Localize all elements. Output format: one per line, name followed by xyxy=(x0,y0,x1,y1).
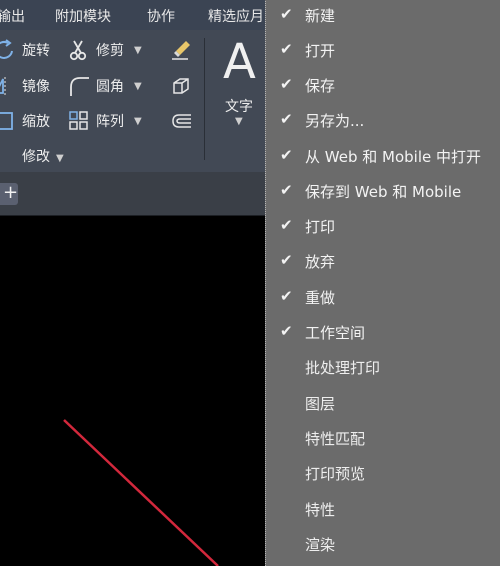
menu-item-label: 从 Web 和 Mobile 中打开 xyxy=(305,148,481,166)
menu-item-save[interactable]: ✔ 保存 xyxy=(266,68,500,102)
new-tab-button[interactable]: + xyxy=(0,182,19,205)
modify-panel-label: 修改 xyxy=(22,149,50,165)
array-icon xyxy=(68,110,90,132)
menu-item-save-as[interactable]: ✔ 另存为... xyxy=(266,103,500,137)
menu-item-properties[interactable]: 特性 xyxy=(266,492,500,526)
check-icon: ✔ xyxy=(280,146,293,164)
menu-item-redo[interactable]: ✔ 重做 xyxy=(266,280,500,314)
rotate-label: 旋转 xyxy=(22,43,50,59)
trim-tool[interactable]: 修剪 ▼ xyxy=(68,38,142,62)
trim-label: 修剪 xyxy=(96,43,124,59)
quick-access-customize-menu: ✔ 新建 ✔ 打开 ✔ 保存 ✔ 另存为... ✔ 从 Web 和 Mobile 中打开 … xyxy=(265,0,500,566)
menu-item-match-properties[interactable]: 特性匹配 xyxy=(266,421,500,455)
menu-item-plot-preview[interactable]: 打印预览 xyxy=(266,456,500,490)
array-tool[interactable]: 阵列 ▼ xyxy=(68,109,142,133)
check-icon: ✔ xyxy=(280,5,293,23)
offset-icon xyxy=(170,110,192,132)
menu-item-open[interactable]: ✔ 打开 xyxy=(266,33,500,67)
check-icon: ✔ xyxy=(280,216,293,234)
check-icon: ✔ xyxy=(280,110,293,128)
scale-label: 缩放 xyxy=(22,114,50,130)
menu-item-new[interactable]: ✔ 新建 xyxy=(266,0,500,32)
menu-item-label: 保存 xyxy=(305,77,336,95)
tab-featured-apps[interactable]: 精选应月 xyxy=(208,6,264,26)
menu-item-label: 图层 xyxy=(305,395,336,413)
drawn-line[interactable] xyxy=(63,419,219,566)
check-icon: ✔ xyxy=(280,181,293,199)
menu-item-label: 打开 xyxy=(305,42,336,60)
fillet-dropdown-icon[interactable]: ▼ xyxy=(134,81,142,92)
tab-output[interactable]: 输出 xyxy=(0,6,25,26)
explode-tool[interactable] xyxy=(170,74,192,98)
menu-item-label: 打印预览 xyxy=(305,465,366,483)
text-tool-dropdown-icon: ▼ xyxy=(235,116,243,127)
menu-item-label: 特性匹配 xyxy=(305,430,366,448)
menu-item-label: 新建 xyxy=(305,7,336,25)
menu-item-plot[interactable]: ✔ 打印 xyxy=(266,209,500,243)
fillet-icon xyxy=(68,75,90,97)
menu-item-undo[interactable]: ✔ 放弃 xyxy=(266,244,500,278)
check-icon: ✔ xyxy=(280,251,293,269)
menu-item-label: 放弃 xyxy=(305,253,336,271)
text-tool-label: 文字 xyxy=(225,99,253,115)
text-tool[interactable]: A 文字 ▼ xyxy=(219,36,261,132)
menu-item-layer[interactable]: 图层 xyxy=(266,386,500,420)
array-label: 阵列 xyxy=(96,114,124,130)
check-icon: ✔ xyxy=(280,322,293,340)
menu-item-save-to-web[interactable]: ✔ 保存到 Web 和 Mobile xyxy=(266,174,500,208)
menu-item-batch-plot[interactable]: 批处理打印 xyxy=(266,350,500,384)
menu-item-render[interactable]: 渲染 xyxy=(266,527,500,561)
mirror-label: 镜像 xyxy=(22,79,50,95)
plus-icon: + xyxy=(3,182,19,203)
modify-panel-dropdown-icon: ▼ xyxy=(56,153,64,164)
check-icon: ✔ xyxy=(280,40,293,58)
menu-item-label: 保存到 Web 和 Mobile xyxy=(305,183,462,201)
menu-item-label: 工作空间 xyxy=(305,324,366,342)
rotate-icon xyxy=(0,39,16,61)
scale-tool[interactable]: 缩放 xyxy=(0,109,50,133)
tab-addins[interactable]: 附加模块 xyxy=(55,6,111,26)
offset-tool[interactable] xyxy=(170,109,192,133)
fillet-label: 圆角 xyxy=(96,79,124,95)
cube-icon xyxy=(170,75,192,97)
menu-item-label: 打印 xyxy=(305,218,336,236)
array-dropdown-icon[interactable]: ▼ xyxy=(134,116,142,127)
check-icon: ✔ xyxy=(280,287,293,305)
modify-panel-title[interactable]: 修改 ▼ xyxy=(22,146,64,166)
fillet-tool[interactable]: 圆角 ▼ xyxy=(68,74,142,98)
menu-item-label: 另存为... xyxy=(305,112,365,130)
menu-item-label: 重做 xyxy=(305,289,336,307)
ribbon-separator xyxy=(204,38,205,160)
check-icon: ✔ xyxy=(280,75,293,93)
tab-collaborate[interactable]: 协作 xyxy=(147,6,175,26)
trim-scissors-icon xyxy=(68,39,90,61)
erase-tool[interactable] xyxy=(170,38,192,62)
menu-item-label: 特性 xyxy=(305,501,336,519)
rotate-tool[interactable]: 旋转 xyxy=(0,38,50,62)
menu-item-open-from-web[interactable]: ✔ 从 Web 和 Mobile 中打开 xyxy=(266,139,500,173)
scale-icon xyxy=(0,110,16,132)
mirror-tool[interactable]: 镜像 xyxy=(0,74,50,98)
text-big-icon: A xyxy=(223,34,256,90)
menu-item-label: 批处理打印 xyxy=(305,359,381,377)
menu-item-workspace[interactable]: ✔ 工作空间 xyxy=(266,315,500,349)
menu-item-label: 渲染 xyxy=(305,536,336,554)
eraser-icon xyxy=(170,39,192,61)
trim-dropdown-icon[interactable]: ▼ xyxy=(134,45,142,56)
mirror-icon xyxy=(0,75,16,97)
